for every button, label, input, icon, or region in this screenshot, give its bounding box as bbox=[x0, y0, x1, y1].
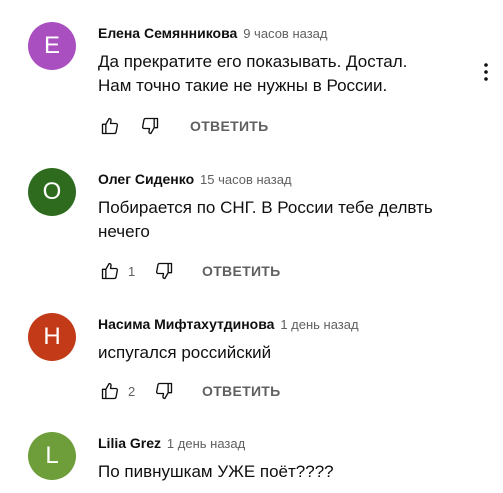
comment-text: испугался российский bbox=[98, 343, 272, 362]
dislike-button[interactable] bbox=[152, 379, 176, 403]
avatar[interactable]: E bbox=[28, 22, 76, 70]
avatar[interactable]: L bbox=[28, 432, 76, 480]
like-count: 2 bbox=[128, 383, 136, 399]
thumb-down-icon bbox=[155, 382, 173, 400]
dislike-button[interactable] bbox=[138, 114, 162, 138]
thumb-up-icon bbox=[101, 382, 119, 400]
avatar[interactable]: H bbox=[28, 313, 76, 361]
comment-time[interactable]: 9 часов назад bbox=[243, 26, 327, 41]
avatar[interactable]: O bbox=[28, 168, 76, 216]
comment-text: Побирается по СНГ. В России тебе делвть … bbox=[98, 198, 433, 241]
reply-button[interactable]: ОТВЕТИТЬ bbox=[202, 383, 281, 399]
comment-time[interactable]: 15 часов назад bbox=[200, 172, 292, 187]
comment-header: Олег Сиденко 15 часов назад bbox=[98, 170, 292, 189]
reply-button[interactable]: ОТВЕТИТЬ bbox=[202, 263, 281, 279]
comment-actions: 2 ОТВЕТИТЬ bbox=[98, 379, 281, 403]
like-count: 1 bbox=[128, 263, 136, 279]
comment-text: По пивнушкам УЖЕ поёт???? bbox=[98, 462, 334, 481]
author-name[interactable]: Елена Семянникова bbox=[98, 25, 237, 41]
comment-actions: ОТВЕТИТЬ bbox=[98, 114, 269, 138]
comment-header: Насима Мифтахутдинова 1 день назад bbox=[98, 315, 359, 334]
author-name[interactable]: Насима Мифтахутдинова bbox=[98, 316, 274, 332]
like-button[interactable] bbox=[98, 379, 122, 403]
comment-time[interactable]: 1 день назад bbox=[167, 436, 245, 451]
comment-header: Елена Семянникова 9 часов назад bbox=[98, 24, 327, 43]
like-button[interactable] bbox=[98, 114, 122, 138]
thumb-down-icon bbox=[141, 117, 159, 135]
reply-button[interactable]: ОТВЕТИТЬ bbox=[190, 118, 269, 134]
comment-time[interactable]: 1 день назад bbox=[280, 317, 358, 332]
thumb-up-icon bbox=[101, 117, 119, 135]
dislike-button[interactable] bbox=[152, 259, 176, 283]
author-name[interactable]: Олег Сиденко bbox=[98, 171, 194, 187]
author-name[interactable]: Lilia Grez bbox=[98, 435, 161, 451]
thumb-up-icon bbox=[101, 262, 119, 280]
like-button[interactable] bbox=[98, 259, 122, 283]
comment-header: Lilia Grez 1 день назад bbox=[98, 434, 245, 453]
thumb-down-icon bbox=[155, 262, 173, 280]
comment-actions: 1 ОТВЕТИТЬ bbox=[98, 259, 281, 283]
more-vert-icon bbox=[484, 63, 488, 81]
comment-menu-button[interactable] bbox=[474, 60, 498, 84]
comment-text: Да прекратите его показывать. Достал. На… bbox=[98, 52, 408, 95]
